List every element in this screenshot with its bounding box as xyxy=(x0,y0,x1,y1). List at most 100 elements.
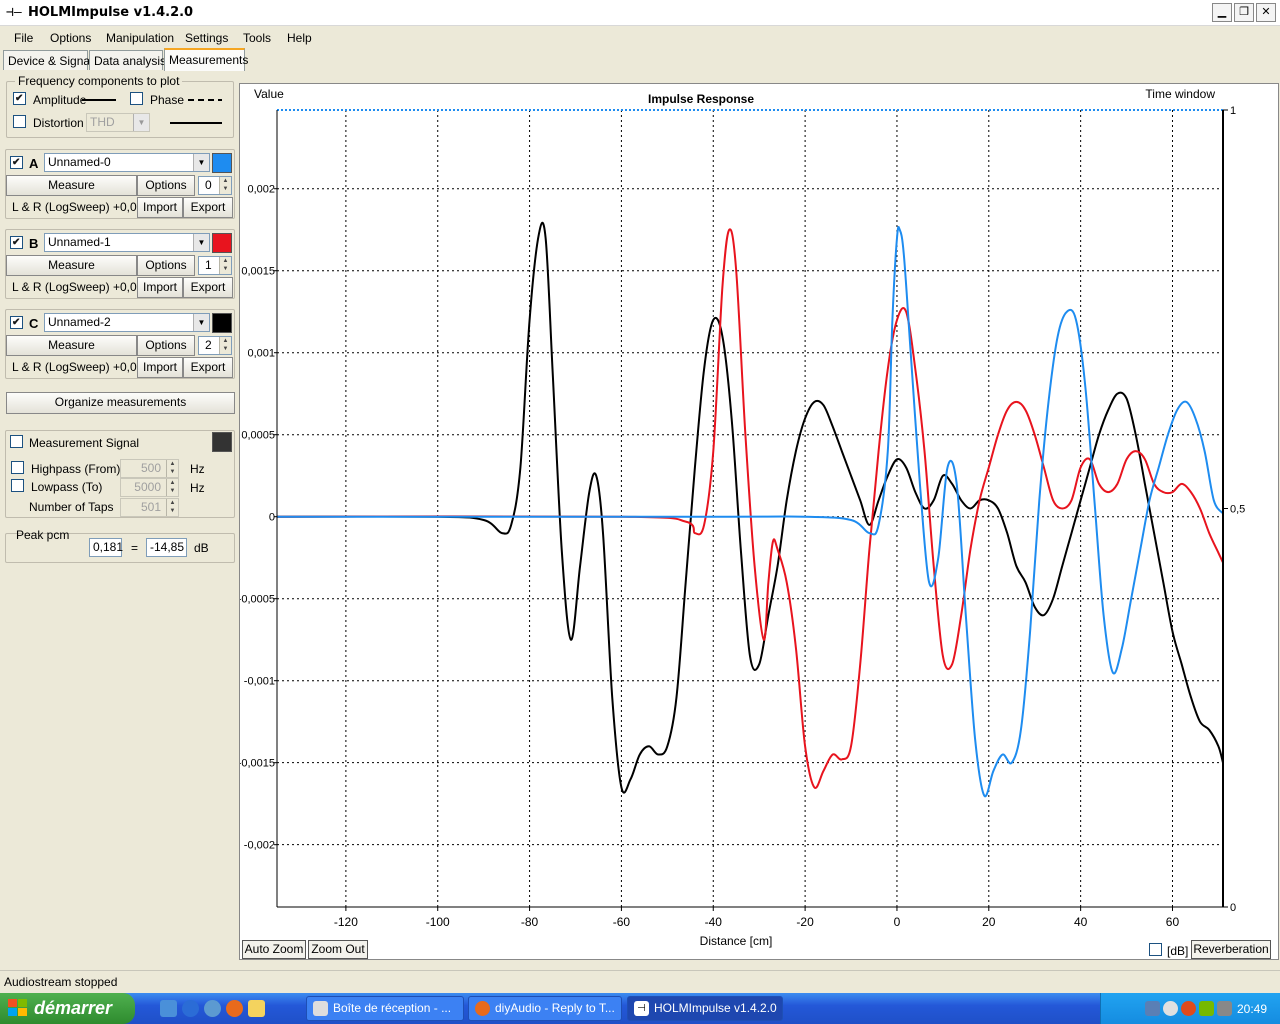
auto-zoom-button[interactable]: Auto Zoom xyxy=(242,940,306,959)
measurement-c-name-select[interactable]: Unnamed-2 ▼ xyxy=(44,313,210,332)
status-bar: Audiostream stopped xyxy=(0,970,1280,992)
menu-file[interactable]: File xyxy=(14,31,33,45)
measurement-a-checkbox[interactable] xyxy=(10,156,23,169)
measurement-signal-color-swatch[interactable] xyxy=(212,432,232,452)
volume-tray-icon[interactable] xyxy=(1217,1001,1232,1016)
x-tick-label: 0 xyxy=(894,915,901,929)
highpass-checkbox[interactable] xyxy=(11,461,24,474)
measurement-a-name-select[interactable]: Unnamed-0 ▼ xyxy=(44,153,210,172)
y-tick-label: -0,0015 xyxy=(240,758,275,770)
measurement-a-export-button[interactable]: Export xyxy=(183,197,233,218)
minimize-button[interactable]: ▁ xyxy=(1212,3,1232,22)
measurement-c-index-spinner[interactable]: 2 ▲ ▼ xyxy=(198,336,232,355)
menu-tools[interactable]: Tools xyxy=(243,31,271,45)
phase-line-icon xyxy=(188,99,222,101)
highpass-label: Highpass (From) xyxy=(31,462,121,476)
measurement-a-measure-button[interactable]: Measure xyxy=(6,175,137,196)
window-title: HOLMImpulse v1.4.2.0 xyxy=(28,5,194,20)
chevron-down-icon: ▼ xyxy=(193,154,209,171)
tab-data-analysis[interactable]: Data analysis xyxy=(89,50,166,70)
close-button[interactable]: ✕ xyxy=(1256,3,1276,22)
nvidia-tray-icon[interactable] xyxy=(1199,1001,1214,1016)
impulse-response-chart[interactable]: 0,002 0,0015 0,001 0,0005 0 -0,0005 -0,001 -0,0… xyxy=(240,84,1280,961)
measurement-b-index-spinner[interactable]: 1 ▲ ▼ xyxy=(198,256,232,275)
mail-icon xyxy=(313,1001,328,1016)
y-axis-label: Value xyxy=(254,87,284,101)
measurement-c-options-button[interactable]: Options xyxy=(137,335,195,356)
taps-spinner[interactable]: 501 ▲ ▼ xyxy=(120,498,179,517)
amplitude-checkbox[interactable] xyxy=(13,92,26,105)
menu-settings[interactable]: Settings xyxy=(185,31,228,45)
task-mail-label: Boîte de réception - ... xyxy=(333,1001,452,1015)
spinner-arrows-icon: ▲ ▼ xyxy=(219,337,231,354)
spinner-arrows-icon: ▲ ▼ xyxy=(166,479,178,496)
measurement-signal-checkbox[interactable] xyxy=(10,435,23,448)
measurement-c-color-swatch[interactable] xyxy=(212,313,232,333)
measurement-a-index-spinner[interactable]: 0 ▲ ▼ xyxy=(198,176,232,195)
measurement-b-index: 1 xyxy=(205,258,212,272)
zoom-out-button[interactable]: Zoom Out xyxy=(308,940,368,959)
measurement-b-color-swatch[interactable] xyxy=(212,233,232,253)
task-mail[interactable]: Boîte de réception - ... xyxy=(306,996,464,1021)
measurement-b-options-button[interactable]: Options xyxy=(137,255,195,276)
windows-logo-icon xyxy=(8,999,27,1016)
spinner-arrows-icon: ▲ ▼ xyxy=(166,499,178,516)
measurement-c-checkbox[interactable] xyxy=(10,316,23,329)
x-axis-label: Distance [cm] xyxy=(700,934,773,948)
phase-label: Phase xyxy=(150,93,185,107)
measurement-a-color-swatch[interactable] xyxy=(212,153,232,173)
tab-device-signal[interactable]: Device & Signal xyxy=(3,50,93,70)
x-tick-label: 60 xyxy=(1166,915,1180,929)
menu-manipulation[interactable]: Manipulation xyxy=(106,31,174,45)
impulse-response-chart-panel[interactable]: 0,002 0,0015 0,001 0,0005 0 -0,0005 -0,001 -0,0… xyxy=(239,83,1279,960)
task-holmimpulse[interactable]: ⊣ HOLMImpulse v1.4.2.0 xyxy=(627,996,783,1021)
start-button[interactable]: démarrer xyxy=(0,993,135,1024)
highpass-spinner[interactable]: 500 ▲ ▼ xyxy=(120,459,179,478)
measurement-signal-label: Measurement Signal xyxy=(29,436,140,450)
spinner-arrows-icon: ▲ ▼ xyxy=(219,177,231,194)
network-icon[interactable] xyxy=(204,1000,221,1017)
peak-pcm-value: 0,181 xyxy=(89,538,123,557)
measurement-a-import-button[interactable]: Import xyxy=(137,197,183,218)
y-tick-label: 0 xyxy=(269,512,275,524)
menu-help[interactable]: Help xyxy=(287,31,312,45)
amplitude-line-icon xyxy=(82,99,116,101)
internet-explorer-icon[interactable] xyxy=(182,1000,199,1017)
distortion-select[interactable]: THD ▼ xyxy=(86,113,150,132)
measurement-b-import-button[interactable]: Import xyxy=(137,277,183,298)
firefox-icon[interactable] xyxy=(226,1000,243,1017)
lowpass-spinner[interactable]: 5000 ▲ ▼ xyxy=(120,478,179,497)
measurement-b-checkbox[interactable] xyxy=(10,236,23,249)
lowpass-checkbox[interactable] xyxy=(11,479,24,492)
antivirus-tray-icon[interactable] xyxy=(1181,1001,1196,1016)
measurement-c-measure-button[interactable]: Measure xyxy=(6,335,137,356)
measurement-b-measure-button[interactable]: Measure xyxy=(6,255,137,276)
measurement-c-import-button[interactable]: Import xyxy=(137,357,183,378)
x-tick-label: -20 xyxy=(796,915,814,929)
menu-options[interactable]: Options xyxy=(50,31,91,45)
distortion-checkbox[interactable] xyxy=(13,115,26,128)
restore-button[interactable]: ❐ xyxy=(1234,3,1254,22)
tray-app-icon[interactable] xyxy=(1163,1001,1178,1016)
task-firefox[interactable]: diyAudio - Reply to T... xyxy=(468,996,622,1021)
measurement-b-export-button[interactable]: Export xyxy=(183,277,233,298)
tab-measurements[interactable]: Measurements xyxy=(164,48,248,71)
db-checkbox[interactable] xyxy=(1149,943,1162,956)
measurement-a-options-button[interactable]: Options xyxy=(137,175,195,196)
network-tray-icon[interactable] xyxy=(1145,1001,1160,1016)
measurement-b-name-select[interactable]: Unnamed-1 ▼ xyxy=(44,233,210,252)
folder-icon[interactable] xyxy=(248,1000,265,1017)
show-desktop-icon[interactable] xyxy=(160,1000,177,1017)
measurement-c-info: L & R (LogSweep) +0,0dB xyxy=(12,360,152,374)
y2-tick-label: 0 xyxy=(1230,902,1236,914)
reverberation-button[interactable]: Reverberation xyxy=(1191,940,1271,959)
phase-checkbox[interactable] xyxy=(130,92,143,105)
firefox-icon xyxy=(475,1001,490,1016)
lowpass-unit: Hz xyxy=(190,481,205,495)
peak-db-value: -14,85 xyxy=(146,538,187,557)
y-tick-label: 0,0005 xyxy=(241,430,275,442)
organize-measurements-button[interactable]: Organize measurements xyxy=(6,392,235,414)
y-tick-label: 0,001 xyxy=(247,348,275,360)
x-tick-label: -60 xyxy=(613,915,631,929)
measurement-c-export-button[interactable]: Export xyxy=(183,357,233,378)
